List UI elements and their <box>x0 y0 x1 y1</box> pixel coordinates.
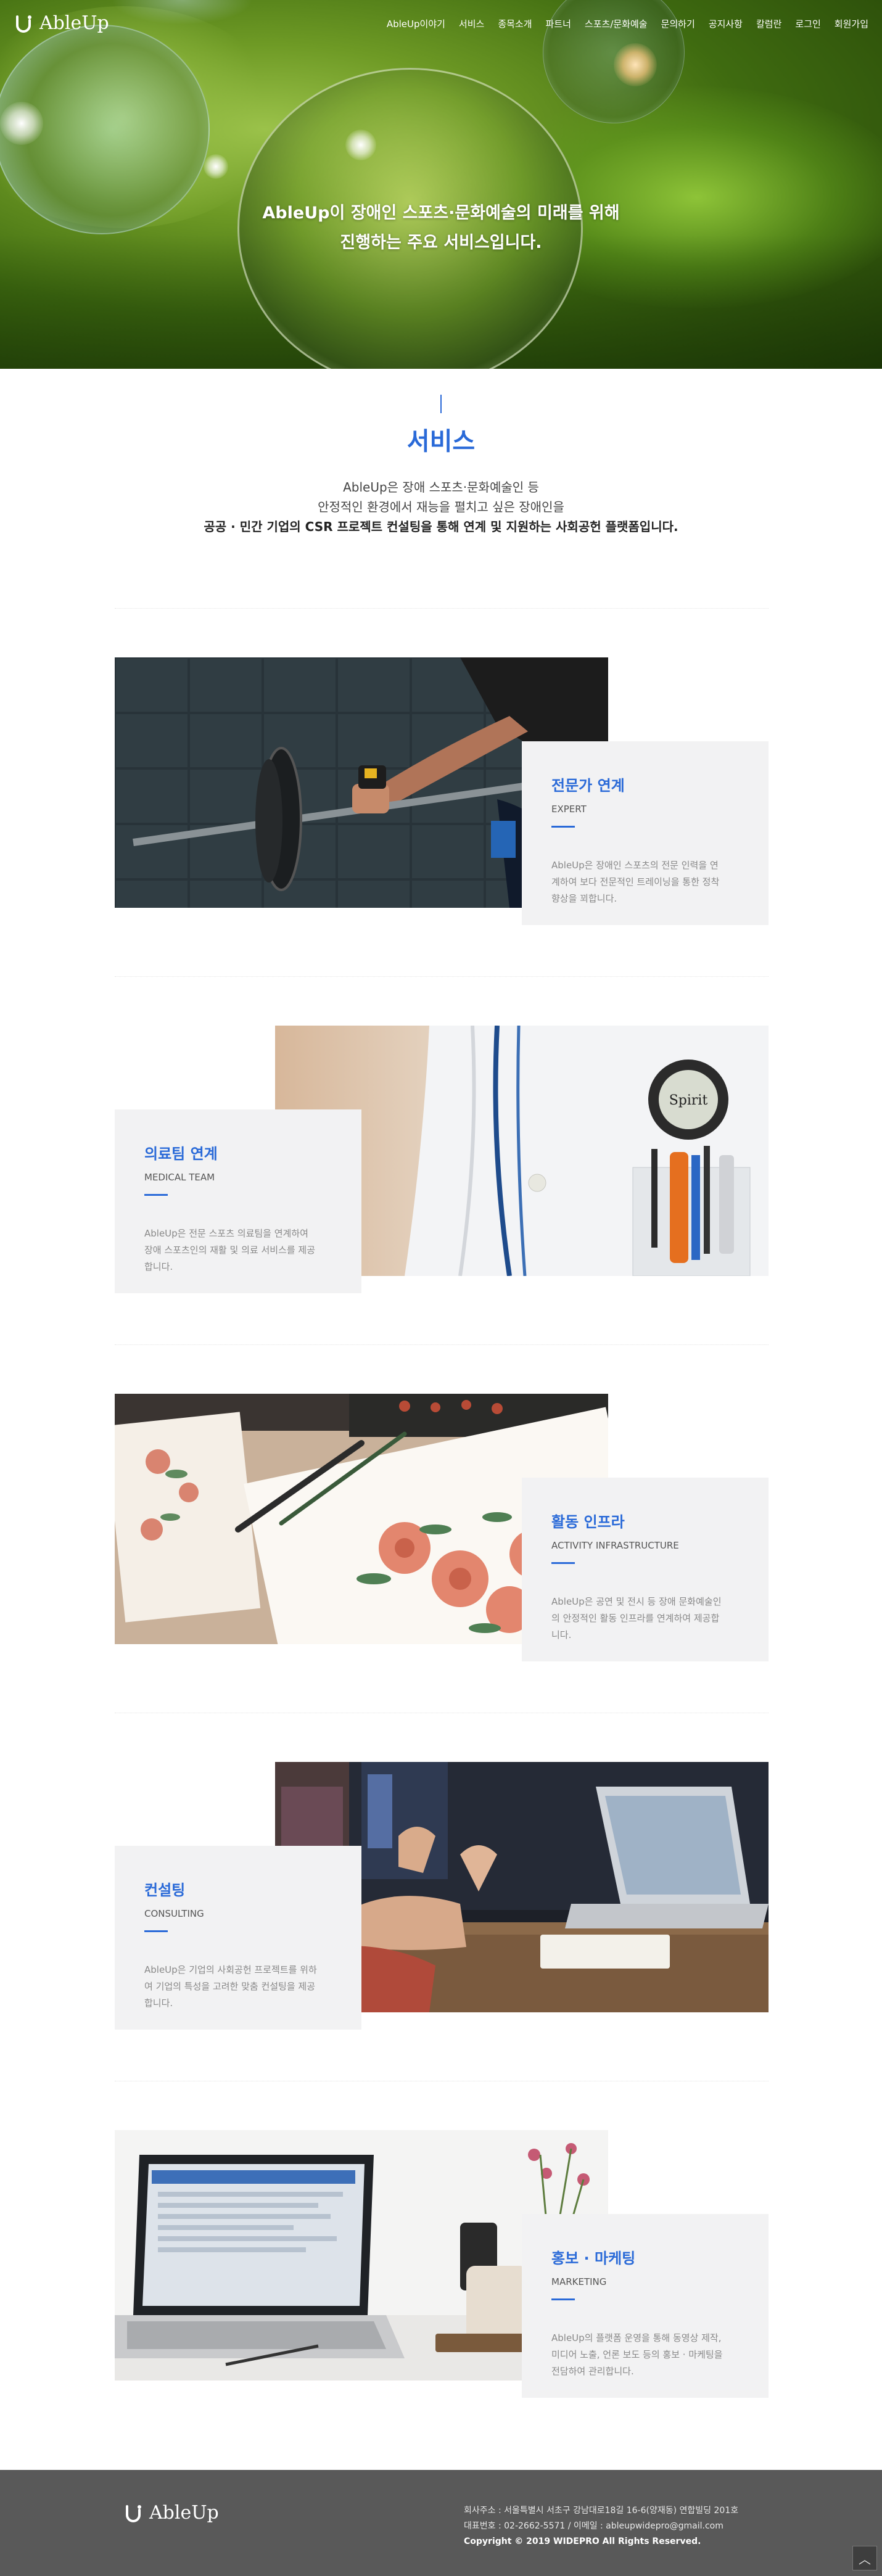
service-card: 활동 인프라 ACTIVITY INFRASTRUCTURE AbleUp은 공… <box>522 1478 769 1661</box>
footer-logo[interactable]: AbleUp <box>123 2502 219 2524</box>
menu-item-login[interactable]: 로그인 <box>795 17 820 30</box>
site-footer: AbleUp 회사주소 : 서울특별시 서초구 강남대로18길 16-6(양재동… <box>0 2470 882 2576</box>
service-card: 의료팀 연계 MEDICAL TEAM AbleUp은 전문 스포츠 의료팀을 … <box>115 1109 361 1293</box>
menu-item-contact[interactable]: 문의하기 <box>661 17 695 30</box>
menu-item-sports-culture[interactable]: 스포츠/문화예술 <box>585 17 648 30</box>
menu-item-partner[interactable]: 파트너 <box>546 17 571 30</box>
service-description: AbleUp은 전문 스포츠 의료팀을 연계하여 장애 스포츠인의 재활 및 의… <box>144 1228 316 1272</box>
service-description: AbleUp은 기업의 사회공헌 프로젝트를 위하 여 기업의 특성을 고려한 … <box>144 1964 317 2009</box>
intro-line-2: 안정적인 환경에서 재능을 펼치고 싶은 장애인을 <box>318 500 564 514</box>
accent-bar <box>551 826 575 828</box>
menu-item-column[interactable]: 칼럼란 <box>756 17 781 30</box>
service-card: 홍보 · 마케팅 MARKETING AbleUp의 플랫폼 운영을 통해 동영… <box>522 2214 769 2398</box>
service-intro: 서비스 AbleUp은 장애 스포츠·문화예술인 등 안정적인 환경에서 재능을… <box>0 369 882 609</box>
service-card: 전문가 연계 EXPERT AbleUp은 장애인 스포츠의 전문 인력을 연 … <box>522 741 769 925</box>
footer-info: 회사주소 : 서울특별시 서초구 강남대로18길 16-6(양재동) 연합빌딩 … <box>464 2503 738 2549</box>
service-subtitle: EXPERT <box>551 804 587 815</box>
logo-text: AbleUp <box>39 12 109 34</box>
hero-banner: AbleUp AbleUp이야기 서비스 종목소개 파트너 스포츠/문화예술 문… <box>0 0 882 369</box>
service-title: 의료팀 연계 <box>144 1145 218 1162</box>
divider <box>115 976 769 977</box>
accent-bar <box>551 2298 575 2300</box>
hero-headline: AbleUp이 장애인 스포츠·문화예술의 미래를 위해 진행하는 주요 서비스… <box>0 199 882 258</box>
chevron-up-icon: ︿ <box>859 2551 871 2567</box>
service-title: 전문가 연계 <box>551 777 625 794</box>
service-card: 컨설팅 CONSULTING AbleUp은 기업의 사회공헌 프로젝트를 위하… <box>115 1846 361 2030</box>
site-logo[interactable]: AbleUp <box>14 12 109 34</box>
logo-icon <box>16 15 31 33</box>
footer-address: 회사주소 : 서울특별시 서초구 강남대로18길 16-6(양재동) 연합빌딩 … <box>464 2506 739 2516</box>
divider <box>115 1344 769 1345</box>
accent-bar <box>551 1562 575 1564</box>
service-description: AbleUp은 장애인 스포츠의 전문 인력을 연 계하여 보다 전문적인 트레… <box>551 860 720 904</box>
footer-copyright: Copyright © 2019 WIDEPRO All Rights Rese… <box>464 2537 701 2546</box>
service-title: 홍보 · 마케팅 <box>551 2250 636 2267</box>
intro-line-1: AbleUp은 장애 스포츠·문화예술인 등 <box>343 480 539 495</box>
hero-headline-line2: 진행하는 주요 서비스입니다. <box>340 233 542 252</box>
section-title: 서비스 <box>406 427 476 456</box>
service-subtitle: MARKETING <box>551 2276 607 2287</box>
service-subtitle: CONSULTING <box>144 1908 204 1919</box>
accent-bar <box>144 1194 168 1196</box>
divider <box>115 608 769 609</box>
menu-item-service[interactable]: 서비스 <box>459 17 484 30</box>
footer-logo-text: AbleUp <box>149 2502 219 2524</box>
service-title: 컨설팅 <box>144 1882 186 1899</box>
service-description: AbleUp의 플랫폼 운영을 통해 동영상 제작, 미디어 노출, 언론 보도… <box>551 2332 723 2377</box>
footer-contact: 대표번호 : 02-2662-5571 / 이메일 : ableupwidepr… <box>464 2521 723 2531</box>
menu-item-sports-intro[interactable]: 종목소개 <box>498 17 532 30</box>
logo-icon <box>126 2504 141 2522</box>
menu-item-signup[interactable]: 회원가입 <box>835 17 868 30</box>
top-navigation: AbleUp AbleUp이야기 서비스 종목소개 파트너 스포츠/문화예술 문… <box>0 0 882 47</box>
menu-item-notice[interactable]: 공지사항 <box>709 17 743 30</box>
service-title: 활동 인프라 <box>551 1513 625 1531</box>
scroll-top-button[interactable]: ︿ <box>852 2546 877 2570</box>
accent-line <box>440 395 442 413</box>
service-description: AbleUp은 공연 및 전시 등 장애 문화예술인 의 안정적인 활동 인프라… <box>551 1596 722 1640</box>
service-subtitle: ACTIVITY INFRASTRUCTURE <box>551 1540 679 1551</box>
hero-headline-line1: AbleUp이 장애인 스포츠·문화예술의 미래를 위해 <box>262 204 620 223</box>
svg-text:Spirit: Spirit <box>669 1093 708 1108</box>
main-menu: AbleUp이야기 서비스 종목소개 파트너 스포츠/문화예술 문의하기 공지사… <box>387 17 868 30</box>
menu-item-ableup-story[interactable]: AbleUp이야기 <box>387 17 445 30</box>
service-subtitle: MEDICAL TEAM <box>144 1172 215 1183</box>
accent-bar <box>144 1930 168 1932</box>
intro-line-3: 공공 · 민간 기업의 CSR 프로젝트 컨설팅을 통해 연계 및 지원하는 사… <box>204 519 678 534</box>
